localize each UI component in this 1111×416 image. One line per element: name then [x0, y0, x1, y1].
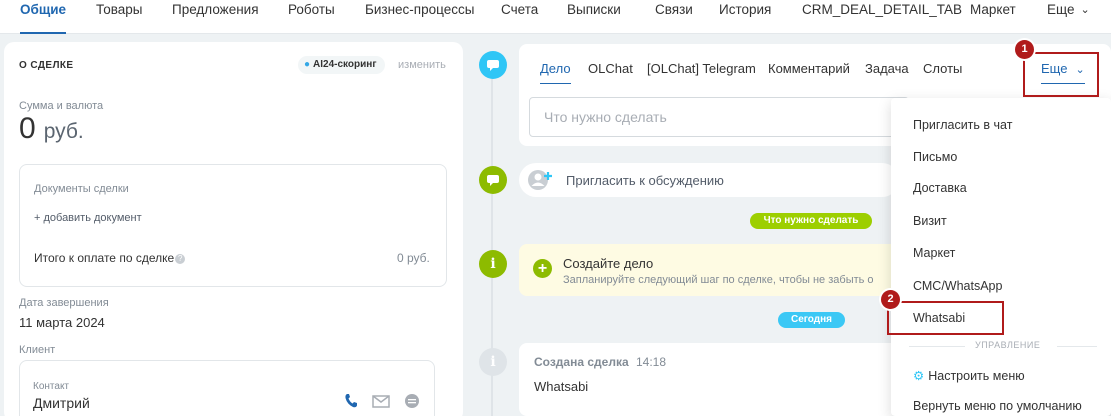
created-title: Создана сделка [534, 355, 629, 369]
deal-info-card: О СДЕЛКЕ ● AI24-скоринг изменить Сумма и … [4, 42, 463, 416]
tab-more-label: Еще [1047, 2, 1075, 17]
timeline-info-icon-grey: i [479, 348, 507, 376]
total-value: 0 руб. [397, 251, 430, 265]
total-label-text: Итого к оплате по сделке [34, 251, 175, 265]
menu-item-configure-label: Настроить меню [928, 369, 1025, 383]
close-date-value[interactable]: 11 марта 2024 [19, 315, 105, 330]
tab-links[interactable]: Связи [655, 0, 693, 20]
menu-item-delivery[interactable]: Доставка [913, 181, 967, 195]
ai-scoring-button[interactable]: ● AI24-скоринг [298, 56, 385, 74]
total-label: Итого к оплате по сделке? [34, 251, 186, 265]
tab-products[interactable]: Товары [96, 0, 142, 20]
tab-robots[interactable]: Роботы [288, 0, 335, 20]
chat-icon[interactable] [404, 393, 420, 409]
add-user-icon [528, 170, 552, 190]
client-label: Клиент [19, 344, 56, 356]
editor-tab-task[interactable]: Задача [865, 61, 909, 76]
client-box: Контакт Дмитрий [19, 360, 435, 416]
close-date-label: Дата завершения [19, 297, 109, 309]
timeline-info-icon: i [479, 250, 507, 278]
documents-label: Документы сделки [34, 183, 129, 195]
menu-item-visit[interactable]: Визит [913, 214, 947, 228]
sum-value: 0 руб. [19, 112, 84, 146]
tab-more[interactable]: Еще ⌄ [1047, 0, 1090, 20]
sum-currency: руб. [43, 120, 84, 143]
today-pill: Сегодня [778, 312, 845, 328]
tab-business-processes[interactable]: Бизнес-процессы [365, 0, 474, 20]
task-hint: Запланируйте следующий шаг по сделке, чт… [563, 274, 874, 286]
invite-to-discussion[interactable]: Пригласить к обсуждению [519, 163, 899, 197]
tab-statements[interactable]: Выписки [567, 0, 621, 20]
editor-tab-olchat[interactable]: OLChat [588, 61, 633, 76]
editor-tab-slots[interactable]: Слоты [923, 61, 962, 76]
gear-icon: ⚙ [913, 369, 925, 383]
tab-general[interactable]: Общие [20, 0, 67, 34]
tab-market[interactable]: Маркет [970, 0, 1016, 20]
invite-label: Пригласить к обсуждению [566, 173, 724, 188]
created-time: 14:18 [636, 355, 667, 369]
step-badge-1: 1 [1015, 40, 1034, 59]
tab-crm-deal-detail[interactable]: CRM_DEAL_DETAIL_TAB [802, 0, 962, 20]
highlight-whatsabi [887, 301, 1004, 335]
plus-icon: + [533, 259, 552, 278]
menu-item-email[interactable]: Письмо [913, 150, 957, 164]
deal-created-card: Создана сделка 14:18 Whatsabi [519, 343, 899, 416]
highlight-more-button [1023, 52, 1099, 97]
todo-pill: Что нужно сделать [750, 213, 872, 229]
tab-offers[interactable]: Предложения [172, 0, 259, 20]
created-text: Whatsabi [534, 379, 589, 394]
create-task-card[interactable]: + Создайте дело Запланируйте следующий ш… [519, 244, 899, 296]
activity-input[interactable]: Что нужно сделать [529, 97, 909, 137]
menu-item-market[interactable]: Маркет [913, 246, 955, 260]
ai-scoring-label: AI24-скоринг [313, 59, 377, 70]
sum-amount: 0 [19, 112, 36, 145]
ai-icon: ● [304, 59, 311, 70]
mail-icon[interactable] [372, 395, 390, 408]
help-icon[interactable]: ? [175, 254, 186, 264]
timeline-comment-icon [479, 166, 507, 194]
add-document-link[interactable]: + добавить документ [34, 212, 142, 224]
menu-section-label: УПРАВЛЕНИЕ [975, 340, 1041, 350]
tab-invoices[interactable]: Счета [501, 0, 538, 20]
menu-item-sms-whatsapp[interactable]: СМС/WhatsApp [913, 279, 1002, 293]
change-link[interactable]: изменить [398, 59, 446, 71]
chevron-down-icon: ⌄ [1080, 4, 1090, 16]
step-badge-2: 2 [881, 290, 900, 309]
documents-box: Документы сделки + добавить документ Ито… [19, 164, 447, 287]
editor-tab-comment[interactable]: Комментарий [768, 61, 850, 76]
tab-history[interactable]: История [719, 0, 771, 20]
contact-label: Контакт [33, 381, 70, 392]
timeline-chat-icon [479, 51, 507, 79]
sum-label: Сумма и валюта [19, 100, 104, 112]
contact-name[interactable]: Дмитрий [33, 395, 90, 411]
menu-item-reset[interactable]: Вернуть меню по умолчанию [913, 399, 1082, 413]
editor-tab-activity[interactable]: Дело [540, 61, 571, 84]
phone-icon[interactable] [344, 393, 358, 409]
menu-section-divider: УПРАВЛЕНИЕ [891, 340, 1111, 350]
top-tab-bar: Общие Товары Предложения Роботы Бизнес-п… [0, 0, 1111, 34]
task-title: Создайте дело [563, 256, 654, 271]
menu-item-invite-chat[interactable]: Пригласить в чат [913, 118, 1012, 132]
section-title: О СДЕЛКЕ [19, 60, 74, 71]
menu-item-configure[interactable]: ⚙ Настроить меню [913, 368, 1025, 383]
more-dropdown-menu: Пригласить в чат Письмо Доставка Визит М… [891, 98, 1111, 416]
editor-tab-olchat-telegram[interactable]: [OLChat] Telegram [647, 61, 756, 76]
